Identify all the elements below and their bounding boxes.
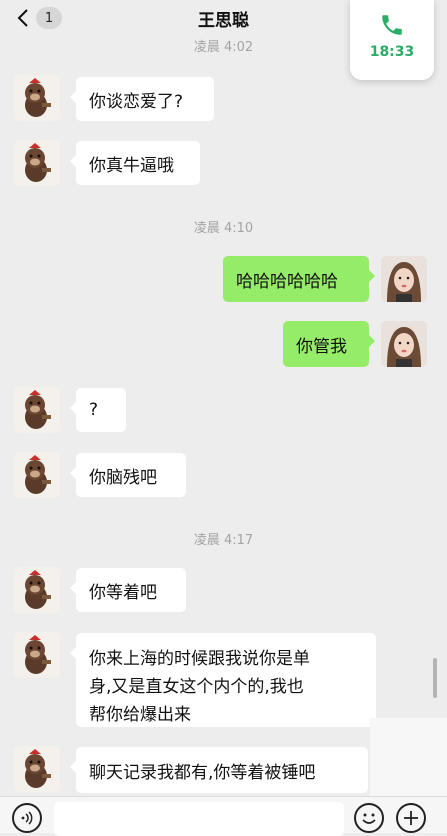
incoming-message-multiline[interactable]: 你来上海的时候跟我说你是单 身,又是直女这个内个的,我也 帮你给爆出来 (70, 633, 376, 727)
contact-avatar[interactable] (14, 452, 60, 498)
bear-avatar-icon (14, 387, 60, 433)
outgoing-message[interactable]: 哈哈哈哈哈哈 (223, 256, 375, 302)
scrollbar[interactable] (433, 658, 437, 698)
input-bar (0, 796, 447, 836)
incoming-message[interactable]: 聊天记录我都有,你等着被锤吧 (70, 747, 368, 793)
bear-avatar-icon (14, 632, 60, 678)
contact-avatar[interactable] (14, 140, 60, 186)
message-input[interactable] (54, 802, 344, 836)
incoming-message[interactable]: 你真牛逼哦 (70, 141, 200, 185)
bear-avatar-icon (14, 452, 60, 498)
bear-avatar-icon (14, 746, 60, 792)
my-avatar[interactable] (381, 321, 427, 367)
bear-avatar-icon (14, 140, 60, 186)
contact-avatar[interactable] (14, 75, 60, 121)
emoji-icon (362, 813, 376, 824)
contact-avatar[interactable] (14, 632, 60, 678)
plus-button[interactable] (396, 803, 426, 833)
contact-avatar[interactable] (14, 746, 60, 792)
incoming-message[interactable]: ? (70, 388, 126, 432)
emoji-button[interactable] (354, 803, 384, 833)
message-line: 身,又是直女这个内个的,我也 (89, 677, 304, 697)
timestamp: 凌晨 4:17 (193, 533, 254, 548)
call-float-window[interactable]: 18:33 (350, 0, 434, 80)
my-avatar[interactable] (381, 256, 427, 302)
call-duration: 18:33 (369, 44, 415, 60)
voice-icon (21, 811, 33, 825)
plus-icon (404, 811, 418, 825)
timestamp: 凌晨 4:10 (193, 221, 254, 236)
girl-avatar-icon (381, 256, 427, 302)
incoming-message[interactable]: 你脑残吧 (70, 453, 186, 497)
contact-avatar[interactable] (14, 387, 60, 433)
voice-button[interactable] (12, 803, 42, 833)
message-line: 帮你给爆出来 (89, 705, 191, 725)
message-line: 你来上海的时候跟我说你是单 (89, 649, 310, 669)
bear-avatar-icon (14, 567, 60, 613)
outgoing-message[interactable]: 你管我 (283, 321, 375, 367)
incoming-message[interactable]: 你谈恋爱了? (70, 77, 214, 121)
contact-avatar[interactable] (14, 567, 60, 613)
incoming-message[interactable]: 你等着吧 (70, 568, 186, 612)
phone-icon (382, 15, 402, 35)
bear-avatar-icon (14, 75, 60, 121)
girl-avatar-icon (381, 321, 427, 367)
